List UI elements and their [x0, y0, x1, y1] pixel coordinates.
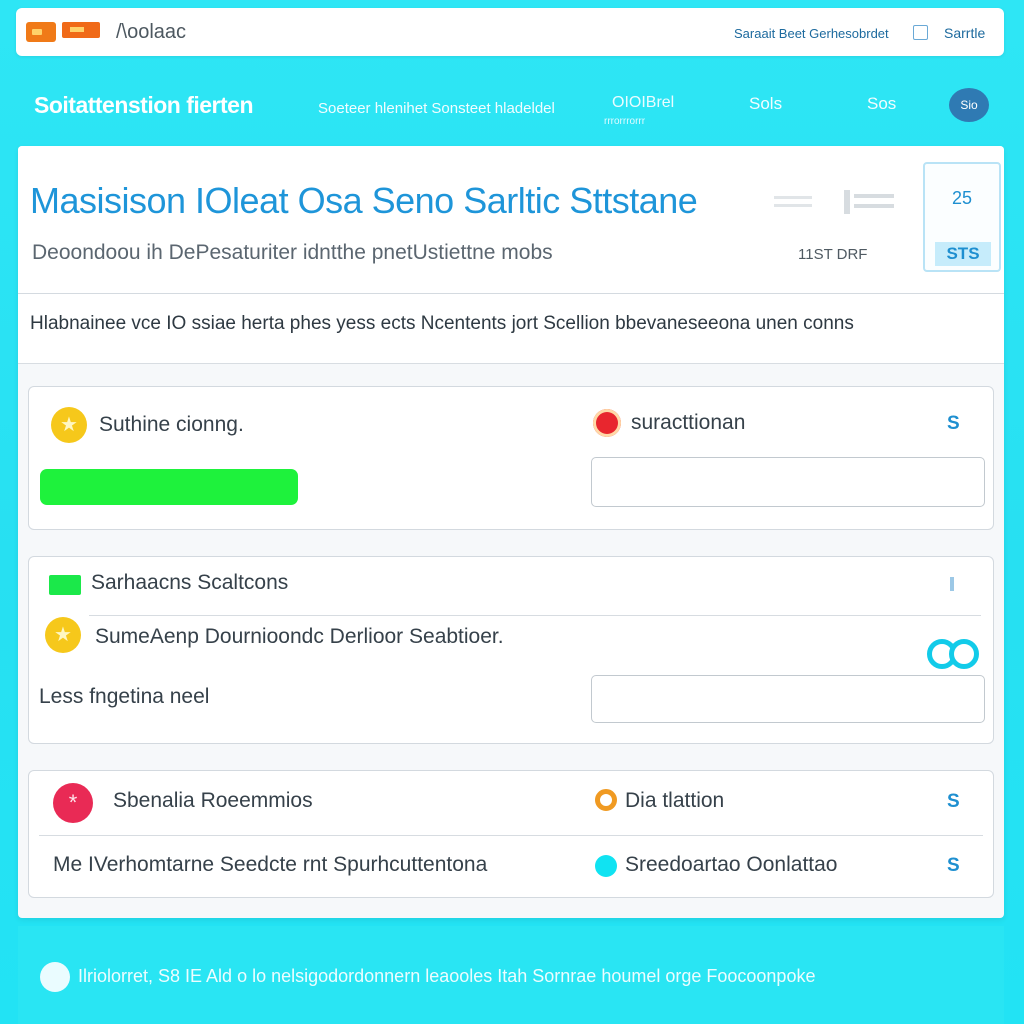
brand-title: Soitattenstion fierten — [34, 92, 254, 118]
footer: Ilriolorret, S8 IE Ald o lo nelsigodordo… — [18, 926, 1004, 1024]
nav-item-4[interactable]: Sos — [867, 94, 896, 114]
card1-left-label: Suthine cionng. — [99, 413, 244, 436]
nav-item-1[interactable]: Soeteer hlenihet Sonsteet hladeldel — [318, 100, 555, 117]
top-bar: /\oolaac Saraait Beet Gerhesobrdet Sarrt… — [16, 8, 1004, 56]
footer-text: Ilriolorret, S8 IE Ald o lo nelsigodordo… — [78, 966, 816, 986]
card3-row2-left: Me IVerhomtarne Seedcte rnt Spurhcuttent… — [53, 853, 488, 876]
settings-card-2: Sarhaacns Scaltcons ★ SumeAenp Dournioon… — [28, 556, 994, 744]
settings-card-3: * Sbenalia Roeemmios Dia tlattion S Me I… — [28, 770, 994, 898]
star-icon: ★ — [45, 617, 81, 653]
card2-header-label: Sarhaacns Scaltcons — [91, 571, 289, 594]
card1-right-label: suracttionan — [631, 411, 746, 434]
toggle-icon[interactable] — [927, 639, 979, 669]
stat-value: 25 — [951, 188, 973, 208]
star-icon: ★ — [51, 407, 87, 443]
card2-field-label: Less fngetina neel — [39, 685, 210, 708]
card2-row-label: SumeAenp Dournioondc Derlioor Seabtioer. — [95, 625, 504, 648]
panel-header: Masisison IOleat Osa Seno Sarltic Sttsta… — [18, 146, 1004, 294]
checkbox-icon[interactable] — [913, 25, 928, 40]
nav-item-2[interactable]: OIOIBrel — [612, 94, 674, 112]
card3-row1-left: Sbenalia Roeemmios — [113, 789, 313, 812]
card3-row1-right: Dia tlattion — [625, 789, 725, 812]
stat-card[interactable]: 25 STS — [923, 162, 1001, 272]
green-square-icon — [49, 575, 81, 595]
top-link[interactable]: Saraait Beet Gerhesobrdet — [734, 26, 889, 41]
main-panel: Masisison IOleat Osa Seno Sarltic Sttsta… — [18, 146, 1004, 918]
card2-input[interactable] — [591, 675, 985, 723]
stat-label: STS — [935, 242, 991, 266]
settings-card-1: ★ Suthine cionng. suracttionan S — [28, 386, 994, 530]
page-title: Masisison IOleat Osa Seno Sarltic Sttsta… — [30, 180, 698, 221]
divider — [89, 615, 981, 616]
description-strip: Hlabnainee vce IO ssiae herta phes yess … — [18, 294, 1004, 364]
footer-dot-icon — [40, 962, 70, 992]
status-dot-icon — [593, 409, 621, 437]
list-icon[interactable] — [844, 190, 894, 214]
status-ring-icon — [595, 789, 617, 811]
app-title: /\oolaac — [116, 21, 187, 43]
description-text: Hlabnainee vce IO ssiae herta phes yess … — [30, 313, 854, 334]
green-action-button[interactable] — [40, 469, 298, 505]
avatar[interactable]: Sio — [949, 88, 989, 122]
card3-row2-right: Sreedoartao Oonlattao — [625, 853, 838, 876]
page-subtitle: Deoondoou ih DePesaturiter idntthe pnetU… — [32, 241, 553, 264]
menu-lines-icon[interactable] — [774, 192, 814, 212]
card1-input[interactable] — [591, 457, 985, 507]
nav-item-2-sub: rrrorrrorrr — [604, 116, 646, 127]
star-icon: * — [53, 783, 93, 823]
logo-icon[interactable] — [26, 20, 104, 46]
card3-row2-badge: S — [947, 855, 960, 876]
status-dot-icon — [595, 855, 617, 877]
card3-row1-badge: S — [947, 791, 960, 812]
card1-badge: S — [947, 413, 960, 434]
nav-item-3[interactable]: Sols — [749, 94, 782, 114]
divider — [39, 835, 983, 836]
scroll-indicator[interactable] — [950, 577, 954, 591]
date-label: 11ST DRF — [798, 246, 868, 263]
search-link[interactable]: Sarrtle — [944, 25, 985, 41]
